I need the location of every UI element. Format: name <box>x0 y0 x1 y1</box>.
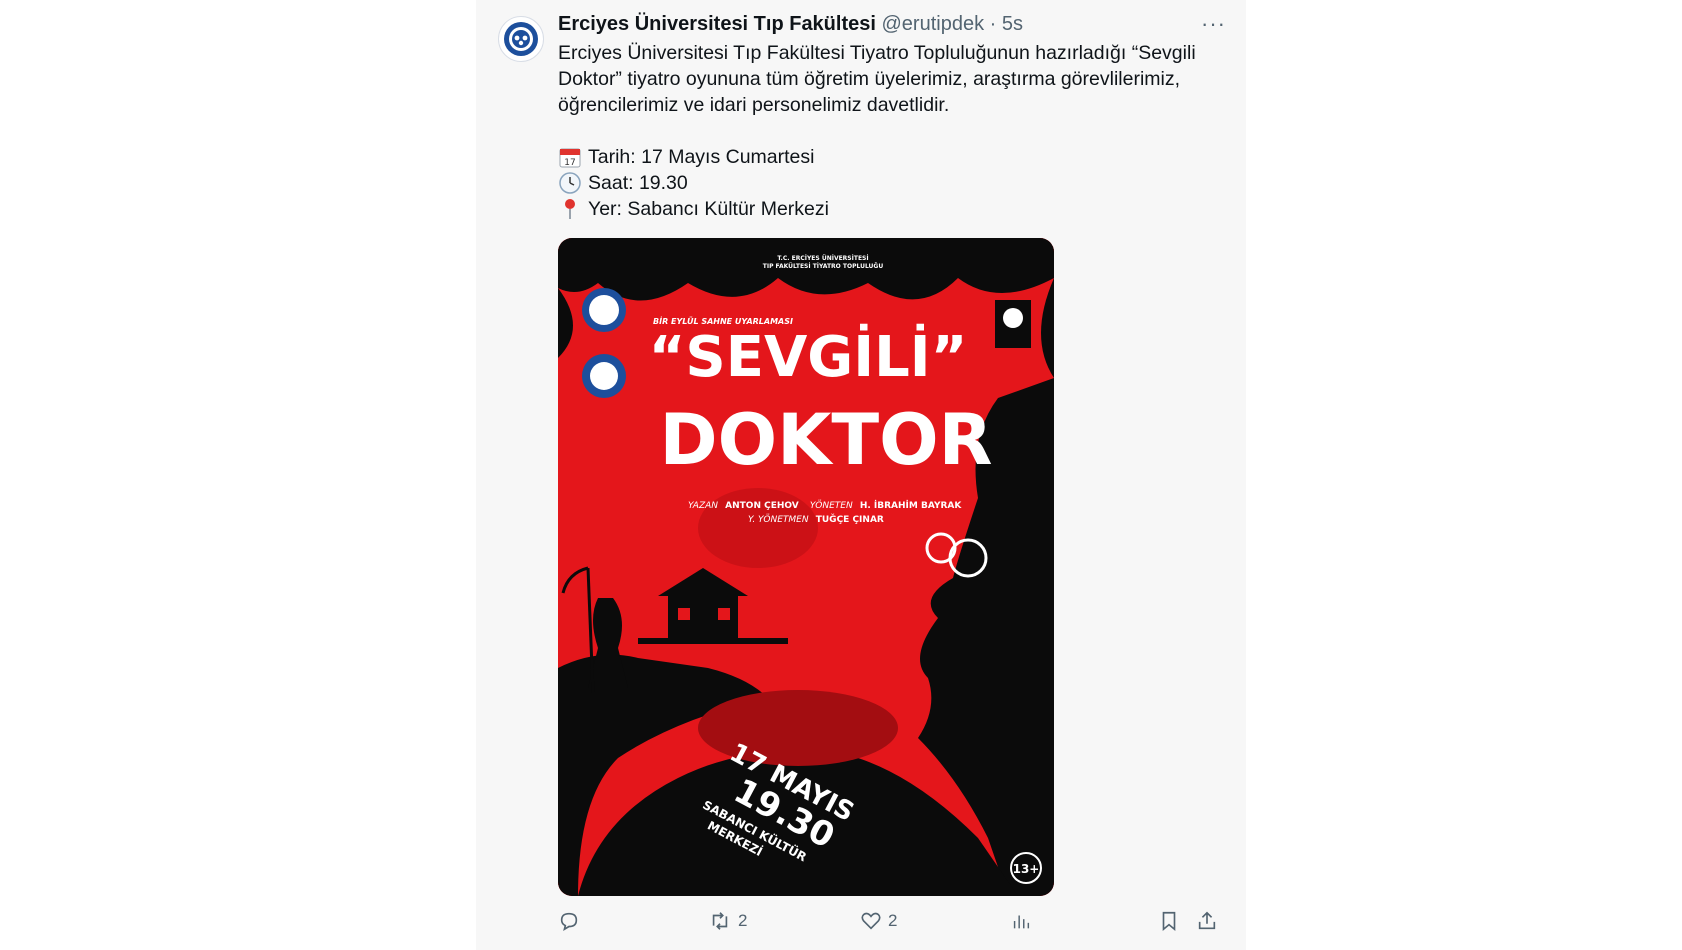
reply-icon <box>560 912 578 931</box>
tweet-card[interactable]: Erciyes Üniversitesi Tıp Fakültesi @erut… <box>476 0 1246 950</box>
assistant-name: TUĞÇE ÇINAR <box>816 513 884 525</box>
author-avatar[interactable] <box>498 16 544 62</box>
director-label: YÖNETEN <box>810 500 853 511</box>
date-text: Tarih: 17 Mayıs Cumartesi <box>588 146 815 168</box>
author-handle[interactable]: @erutipdek <box>881 13 984 35</box>
tweet-text: Erciyes Üniversitesi Tıp Fakültesi Tiyat… <box>558 42 1196 116</box>
tweet-body: Erciyes Üniversitesi Tıp Fakültesi Tiyat… <box>558 40 1218 222</box>
tweet-header: Erciyes Üniversitesi Tıp Fakültesi @erut… <box>558 12 1023 36</box>
calendar-icon: 17 <box>559 148 581 168</box>
reply-button[interactable] <box>558 910 586 932</box>
poster-org-line2: TIP FAKÜLTESİ TİYATRO TOPLULUĞU <box>763 263 884 270</box>
share-icon <box>1198 911 1216 930</box>
like-button[interactable]: 2 <box>860 910 897 932</box>
poster-org-line1: T.C. ERCİYES ÜNİVERSİTESİ <box>777 255 868 262</box>
poster-title-1: “SEVGİLİ” <box>649 325 968 390</box>
retweet-count: 2 <box>738 911 748 930</box>
writer-name: ANTON ÇEHOV <box>725 501 799 511</box>
place-text: Yer: Sabancı Kültür Merkezi <box>588 198 829 220</box>
share-button[interactable] <box>1196 910 1218 932</box>
svg-text:17: 17 <box>564 158 575 168</box>
retweet-button[interactable]: 2 <box>708 910 747 932</box>
university-logo-icon <box>504 22 538 56</box>
time-text: Saat: 19.30 <box>588 172 688 194</box>
clock-icon <box>559 172 581 194</box>
author-name[interactable]: Erciyes Üniversitesi Tıp Fakültesi <box>558 13 876 35</box>
like-count: 2 <box>888 911 898 930</box>
heart-icon <box>861 912 881 930</box>
director-name: H. İBRAHİM BAYRAK <box>860 500 963 511</box>
event-poster-image[interactable]: T.C. ERCİYES ÜNİVERSİTESİ TIP FAKÜLTESİ … <box>558 238 1054 896</box>
poster-age-rating: 13+ <box>1013 862 1040 876</box>
more-options-button[interactable]: ··· <box>1201 12 1226 36</box>
views-icon <box>1013 915 1030 929</box>
bookmark-icon <box>1162 911 1176 932</box>
action-bar: 2 2 <box>558 910 1218 936</box>
bookmark-button[interactable] <box>1158 910 1180 932</box>
poster-title-2: DOKTOR <box>659 399 992 481</box>
detail-place: Yer: Sabancı Kültür Merkezi <box>558 196 1218 222</box>
pin-icon <box>565 199 575 219</box>
poster-assistant: Y. YÖNETMEN TUĞÇE ÇINAR <box>748 513 884 525</box>
detail-date: 17 Tarih: 17 Mayıs Cumartesi <box>558 144 1218 170</box>
poster-writer: YAZAN ANTON ÇEHOV YÖNETEN H. İBRAHİM BAY… <box>688 500 962 511</box>
views-button[interactable] <box>1010 910 1032 932</box>
detail-time: Saat: 19.30 <box>558 170 1218 196</box>
writer-label: YAZAN <box>688 501 718 511</box>
assistant-label: Y. YÖNETMEN <box>748 514 809 525</box>
tweet-time[interactable]: 5s <box>1002 13 1023 35</box>
retweet-icon <box>712 912 728 930</box>
separator: · <box>989 13 997 35</box>
poster-artwork: T.C. ERCİYES ÜNİVERSİTESİ TIP FAKÜLTESİ … <box>558 238 1054 896</box>
